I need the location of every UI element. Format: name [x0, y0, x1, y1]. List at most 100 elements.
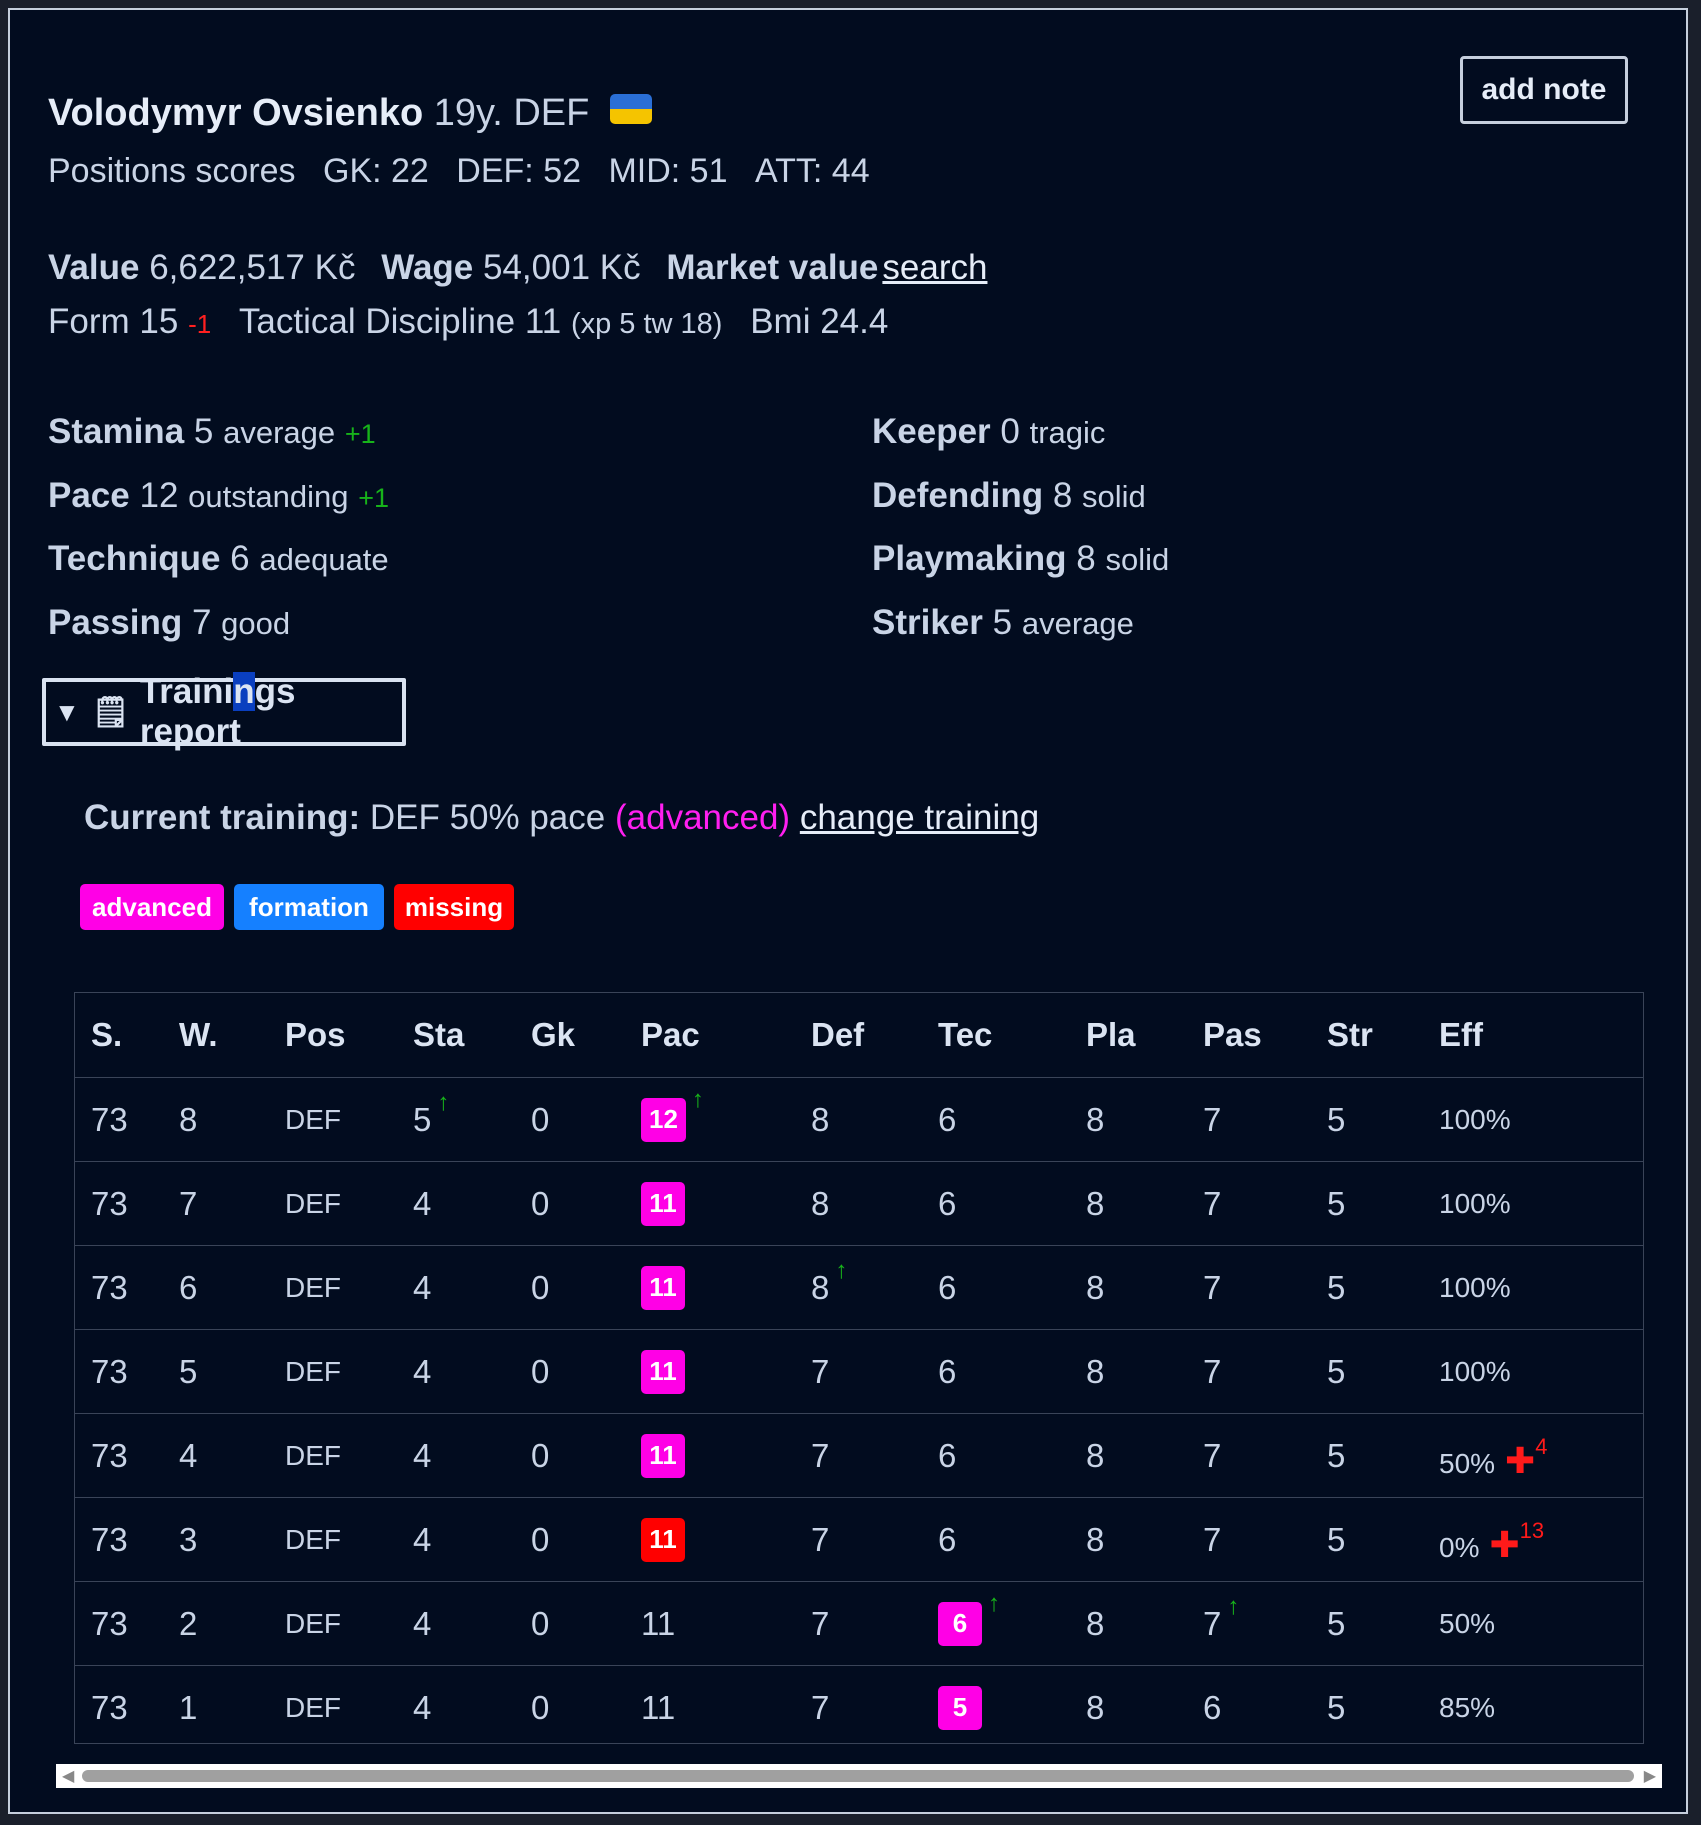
- cell-w-value: 7: [179, 1184, 198, 1222]
- wage-label: Wage: [381, 248, 474, 287]
- cell-pas: 7 ↑: [1203, 1581, 1327, 1666]
- market-value-search-link[interactable]: search: [882, 248, 987, 287]
- cell-gk: 0: [531, 1666, 641, 1750]
- cell-def-value: 7: [811, 1604, 830, 1642]
- cell-pac-chip: 11: [641, 1181, 685, 1226]
- injury-days: 4: [1535, 1434, 1548, 1459]
- cell-gk: 0: [531, 1245, 641, 1330]
- positions-scores: Positions scores GK: 22 DEF: 52 MID: 51 …: [48, 154, 870, 188]
- positions-scores-label: Positions scores: [48, 152, 296, 190]
- cell-pac-value: 11: [641, 1688, 676, 1726]
- cell-tec-value: 6: [938, 1184, 957, 1222]
- tag-missing: missing: [394, 884, 514, 930]
- horizontal-scrollbar[interactable]: ◀ ▶: [56, 1764, 1662, 1788]
- cell-str-value: 5: [1327, 1352, 1346, 1390]
- table-row: 73 1 DEF 4 0 11 7 5 8 6 5 85%: [75, 1666, 1643, 1750]
- cell-def: 7: [811, 1329, 938, 1414]
- cell-w-value: 8: [179, 1100, 198, 1138]
- cell-tec: 6: [938, 1329, 1086, 1414]
- cell-str: 5: [1327, 1581, 1439, 1666]
- cell-pos-value: DEF: [285, 1188, 341, 1219]
- cell-w: 6: [179, 1245, 285, 1330]
- cell-str: 5: [1327, 1413, 1439, 1498]
- cell-eff-value: 50%: [1439, 1448, 1496, 1479]
- cell-eff: 0% ✚13: [1439, 1497, 1643, 1582]
- skill-desc: outstanding: [188, 479, 349, 514]
- cell-pas-value: 7: [1203, 1352, 1222, 1390]
- cell-pas-value: 7: [1203, 1436, 1222, 1474]
- trainings-report-toggle[interactable]: ▼ 🗒 Trainings report: [42, 672, 406, 751]
- scroll-left-icon[interactable]: ◀: [62, 1766, 74, 1786]
- cell-gk-value: 0: [531, 1604, 550, 1642]
- cell-str-value: 5: [1327, 1604, 1346, 1642]
- cell-sta-value: 4: [413, 1184, 432, 1222]
- player-name[interactable]: Volodymyr Ovsienko: [48, 92, 423, 134]
- cell-def-value: 7: [811, 1436, 830, 1474]
- cell-s: 73: [75, 1161, 179, 1246]
- add-note-button[interactable]: add note: [1460, 56, 1628, 124]
- cell-pla-value: 8: [1086, 1184, 1105, 1222]
- cell-pas-value: 7: [1203, 1520, 1222, 1558]
- cell-eff-value: 100%: [1439, 1272, 1511, 1303]
- player-header: Volodymyr Ovsienko 19y. DEF: [48, 94, 589, 132]
- up-arrow-icon: ↑: [1227, 1592, 1240, 1620]
- skill-name: Keeper: [872, 412, 991, 451]
- cell-pos: DEF: [285, 1666, 413, 1750]
- cell-w-value: 3: [179, 1520, 198, 1558]
- skill-value: 6: [230, 539, 250, 578]
- cell-sta: 4: [413, 1245, 531, 1330]
- skill-desc: tragic: [1029, 415, 1106, 450]
- cell-pac: 11: [641, 1245, 811, 1330]
- scrollbar-thumb[interactable]: [82, 1770, 1634, 1782]
- cell-sta: 4: [413, 1329, 531, 1414]
- cell-s: 73: [75, 1497, 179, 1582]
- cell-str: 5: [1327, 1245, 1439, 1330]
- header-eff: Eff: [1439, 993, 1643, 1078]
- cell-gk: 0: [531, 1161, 641, 1246]
- cell-pac: 11: [641, 1329, 811, 1414]
- cell-sta-value: 4: [413, 1520, 432, 1558]
- cell-w: 8: [179, 1077, 285, 1162]
- tag-advanced: advanced: [80, 884, 224, 930]
- cell-s-value: 73: [91, 1520, 128, 1558]
- form-change: -1: [188, 309, 212, 339]
- cell-sta: 5 ↑: [413, 1077, 531, 1162]
- cell-pla: 8: [1086, 1329, 1203, 1414]
- table-row: 73 4 DEF 4 0 11 7 6 8 7 5 50% ✚4: [75, 1413, 1643, 1498]
- header-w: W.: [179, 993, 285, 1078]
- skill-pace: Pace 12 outstanding +1: [48, 478, 389, 513]
- cell-sta-value: 4: [413, 1688, 432, 1726]
- skill-name: Stamina: [48, 412, 185, 451]
- cell-def-value: 7: [811, 1352, 830, 1390]
- table-row: 73 8 DEF 5 ↑ 0 12↑ 8 6 8 7 5 100%: [75, 1077, 1643, 1162]
- skill-stamina: Stamina 5 average +1: [48, 414, 376, 449]
- cell-pos-value: DEF: [285, 1692, 341, 1723]
- scroll-right-icon[interactable]: ▶: [1644, 1766, 1656, 1786]
- cell-eff-value: 85%: [1439, 1692, 1496, 1723]
- cell-tec-chip: 6: [938, 1601, 982, 1646]
- cell-gk-value: 0: [531, 1184, 550, 1222]
- up-arrow-icon: ↑: [437, 1088, 450, 1116]
- cell-w-value: 2: [179, 1604, 198, 1642]
- cell-def-value: 7: [811, 1520, 830, 1558]
- cell-pla: 8: [1086, 1077, 1203, 1162]
- change-training-link[interactable]: change training: [800, 798, 1039, 837]
- cell-pas-value: 7: [1203, 1268, 1222, 1306]
- mid-score: MID: 51: [608, 152, 728, 190]
- cell-pac-chip: 11: [641, 1433, 685, 1478]
- form-value: 15: [139, 302, 179, 341]
- current-training: Current training: DEF 50% pace (advanced…: [84, 800, 1039, 835]
- cell-str: 5: [1327, 1666, 1439, 1750]
- cell-sta: 4: [413, 1497, 531, 1582]
- up-arrow-icon: ↑: [691, 1085, 704, 1113]
- cell-sta-value: 4: [413, 1604, 432, 1642]
- cell-s-value: 73: [91, 1352, 128, 1390]
- cell-def-value: 7: [811, 1688, 830, 1726]
- skill-desc: solid: [1105, 542, 1170, 577]
- table-header-row: S. W. Pos Sta Gk Pac Def Tec Pla Pas Str…: [75, 993, 1643, 1078]
- tactical-discipline-detail: (xp 5 tw 18): [570, 308, 723, 340]
- text-selection: n: [233, 672, 255, 711]
- wage-amount: 54,001 Kč: [482, 248, 641, 287]
- cell-tec-chip: 5: [938, 1685, 982, 1730]
- cell-w: 1: [179, 1666, 285, 1750]
